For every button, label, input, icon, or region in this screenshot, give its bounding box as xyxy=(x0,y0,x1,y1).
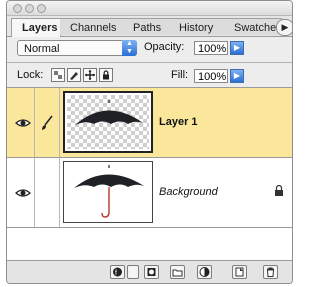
fill-value: 100% xyxy=(198,71,227,83)
layer-thumbnail xyxy=(63,161,153,223)
triangle-right-icon: ▶ xyxy=(233,43,241,52)
blend-mode-value: Normal xyxy=(24,43,60,55)
tab-channels[interactable]: Channels xyxy=(60,18,124,35)
minimize-window-button[interactable] xyxy=(25,4,34,13)
divider xyxy=(7,62,292,63)
tab-label: Channels xyxy=(70,22,117,34)
tab-history[interactable]: History xyxy=(169,18,225,35)
visibility-toggle[interactable] xyxy=(11,158,35,227)
layer-style-icon[interactable] xyxy=(127,265,139,279)
fill-field[interactable]: 100% xyxy=(194,69,228,83)
lock-image-icon[interactable] xyxy=(67,68,81,82)
tab-paths[interactable]: Paths xyxy=(123,18,170,35)
eye-icon xyxy=(15,119,31,127)
opacity-label: Opacity: xyxy=(144,41,185,53)
tab-swatches[interactable]: Swatches xyxy=(224,18,282,35)
new-group-icon[interactable] xyxy=(170,265,185,279)
layer-row-background[interactable]: Background xyxy=(7,158,292,228)
eye-icon xyxy=(15,189,31,197)
tab-layers[interactable]: Layers xyxy=(11,18,61,37)
panel-titlebar xyxy=(7,1,292,16)
delete-layer-icon[interactable] xyxy=(263,265,278,279)
panel-menu-button[interactable]: ▶ xyxy=(276,19,292,36)
adjustment-layer-icon[interactable] xyxy=(197,265,212,279)
opacity-slider-button[interactable]: ▶ xyxy=(230,41,244,55)
opacity-field[interactable]: 100% xyxy=(194,41,228,55)
tab-label: Swatches xyxy=(234,22,282,34)
layers-bottom-bar: f xyxy=(7,260,292,283)
link-toggle[interactable] xyxy=(35,158,60,227)
fill-label: Fill: xyxy=(171,69,189,81)
layer-row-layer-1[interactable]: Layer 1 xyxy=(7,88,292,158)
triangle-right-icon: ▶ xyxy=(281,22,289,32)
tab-label: History xyxy=(179,22,214,34)
lock-position-icon[interactable] xyxy=(83,68,97,82)
layers-panel: Layers Channels Paths History Swatches ▶… xyxy=(6,0,293,284)
layers-list: Layer 1 Background xyxy=(7,87,292,264)
lock-icon xyxy=(275,185,283,196)
blend-mode-select[interactable]: Normal ▲ ▼ xyxy=(17,40,137,56)
link-layers-icon[interactable]: f xyxy=(110,265,125,279)
select-arrows-icon: ▲ ▼ xyxy=(122,40,137,56)
fill-slider-button[interactable]: ▶ xyxy=(230,69,244,83)
layer-mask-icon[interactable] xyxy=(144,265,159,279)
lock-all-icon[interactable] xyxy=(99,68,113,82)
new-layer-icon[interactable] xyxy=(232,265,247,279)
lock-label: Lock: xyxy=(17,69,44,81)
panel-tabs: Layers Channels Paths History Swatches ▶ xyxy=(7,16,292,37)
opacity-value: 100% xyxy=(198,43,227,55)
layer-name: Background xyxy=(159,186,218,198)
umbrella-image xyxy=(75,100,143,125)
umbrella-image xyxy=(74,165,144,218)
zoom-window-button[interactable] xyxy=(37,4,46,13)
link-toggle[interactable] xyxy=(35,88,60,157)
tab-label: Layers xyxy=(22,22,58,34)
visibility-toggle[interactable] xyxy=(11,88,35,157)
paintbrush-icon xyxy=(42,115,53,130)
layer-thumbnail xyxy=(63,91,153,153)
close-window-button[interactable] xyxy=(13,4,22,13)
layer-name: Layer 1 xyxy=(159,116,198,128)
lock-transparent-icon[interactable] xyxy=(51,68,65,82)
tab-label: Paths xyxy=(133,22,162,34)
triangle-right-icon: ▶ xyxy=(233,71,241,80)
svg-text:f: f xyxy=(115,270,117,277)
